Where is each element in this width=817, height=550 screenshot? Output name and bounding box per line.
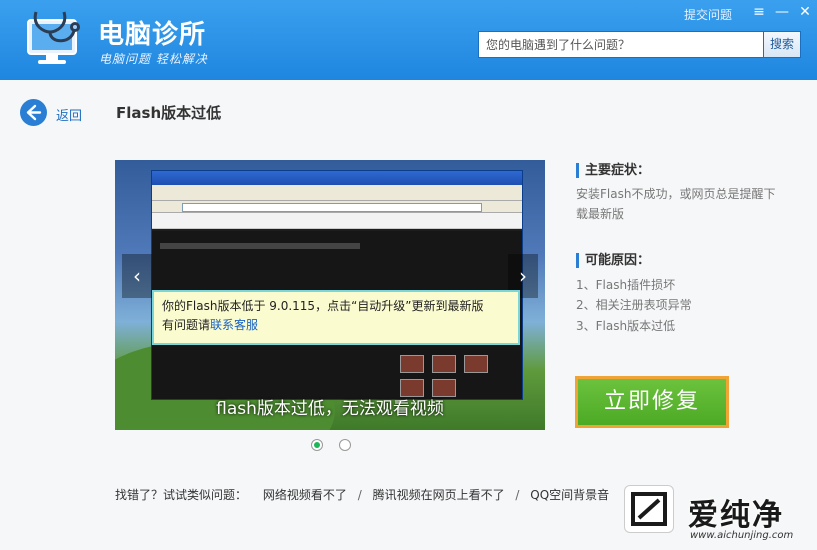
watermark-url: www.aichunjing.com: [690, 530, 794, 541]
watermark-logo-icon: [625, 486, 673, 532]
browser-screenshot: [151, 170, 523, 400]
app-logo-icon: [22, 8, 88, 70]
minimize-icon[interactable]: —: [774, 4, 790, 20]
page-title: Flash版本过低: [116, 104, 222, 122]
cause-item: 2、相关注册表项异常: [576, 298, 692, 312]
browser-toolbar: [152, 185, 522, 201]
separator: /: [515, 488, 520, 502]
carousel-caption: flash版本过低，无法观看视频: [216, 399, 444, 419]
solution-carousel: ‹ › 你的Flash版本低于 9.0.115，点击“自动升级”更新到最新版 有…: [115, 160, 545, 430]
symptoms-text: 安装Flash不成功，或网页总是提醒下载最新版: [576, 187, 776, 221]
search-button[interactable]: 搜索: [764, 31, 801, 58]
close-icon[interactable]: ✕: [797, 4, 813, 20]
tip-line-1: 你的Flash版本低于 9.0.115，点击“自动升级”更新到最新版: [162, 299, 484, 313]
cause-item: 3、Flash版本过低: [576, 319, 676, 333]
carousel-prev-button[interactable]: ‹: [122, 254, 152, 298]
app-title: 电脑诊所: [98, 20, 207, 50]
main-content: 返回 Flash版本过低 ‹ › 你的Flash版本低于 9.0.115，点击“…: [0, 80, 817, 550]
symptoms-heading: 主要症状：: [576, 163, 650, 178]
back-link[interactable]: 返回: [56, 105, 82, 124]
flash-version-tip: 你的Flash版本低于 9.0.115，点击“自动升级”更新到最新版 有问题请联…: [152, 290, 520, 345]
tip-line-2: 有问题请联系客服: [162, 316, 510, 335]
carousel-dot-1[interactable]: [311, 439, 323, 451]
menu-icon[interactable]: ≡: [751, 4, 767, 20]
back-button[interactable]: [20, 99, 47, 126]
browser-site-header: [152, 213, 522, 229]
browser-address-bar: [152, 201, 522, 213]
submit-issue-link[interactable]: 提交问题: [684, 6, 732, 23]
cause-item: 1、Flash插件损坏: [576, 278, 676, 292]
carousel-dot-2[interactable]: [339, 439, 351, 451]
header-bar: 电脑诊所 电脑问题 轻松解决 提交问题 ≡ — ✕ 搜索: [0, 0, 817, 80]
similar-prefix: 找错了？试试类似问题：: [115, 488, 248, 502]
contact-support-link[interactable]: 联系客服: [210, 318, 258, 332]
watermark-title: 爱纯净: [688, 498, 784, 533]
search-input[interactable]: [479, 32, 763, 57]
causes-heading: 可能原因：: [576, 253, 650, 268]
browser-titlebar: [152, 171, 522, 185]
similar-item[interactable]: QQ空间背景音: [530, 488, 609, 502]
similar-problems: 找错了？试试类似问题： 网络视频看不了 / 腾讯视频在网页上看不了 / QQ空间…: [115, 486, 609, 503]
search-box: [478, 31, 764, 58]
similar-item[interactable]: 腾讯视频在网页上看不了: [373, 488, 505, 502]
tip-line-2-prefix: 有问题请: [162, 318, 211, 332]
fix-now-button[interactable]: 立即修复: [575, 376, 729, 428]
separator: /: [357, 488, 362, 502]
back-arrow-icon: [26, 104, 42, 121]
app-slogan: 电脑问题 轻松解决: [99, 52, 208, 66]
similar-item[interactable]: 网络视频看不了: [263, 488, 347, 502]
